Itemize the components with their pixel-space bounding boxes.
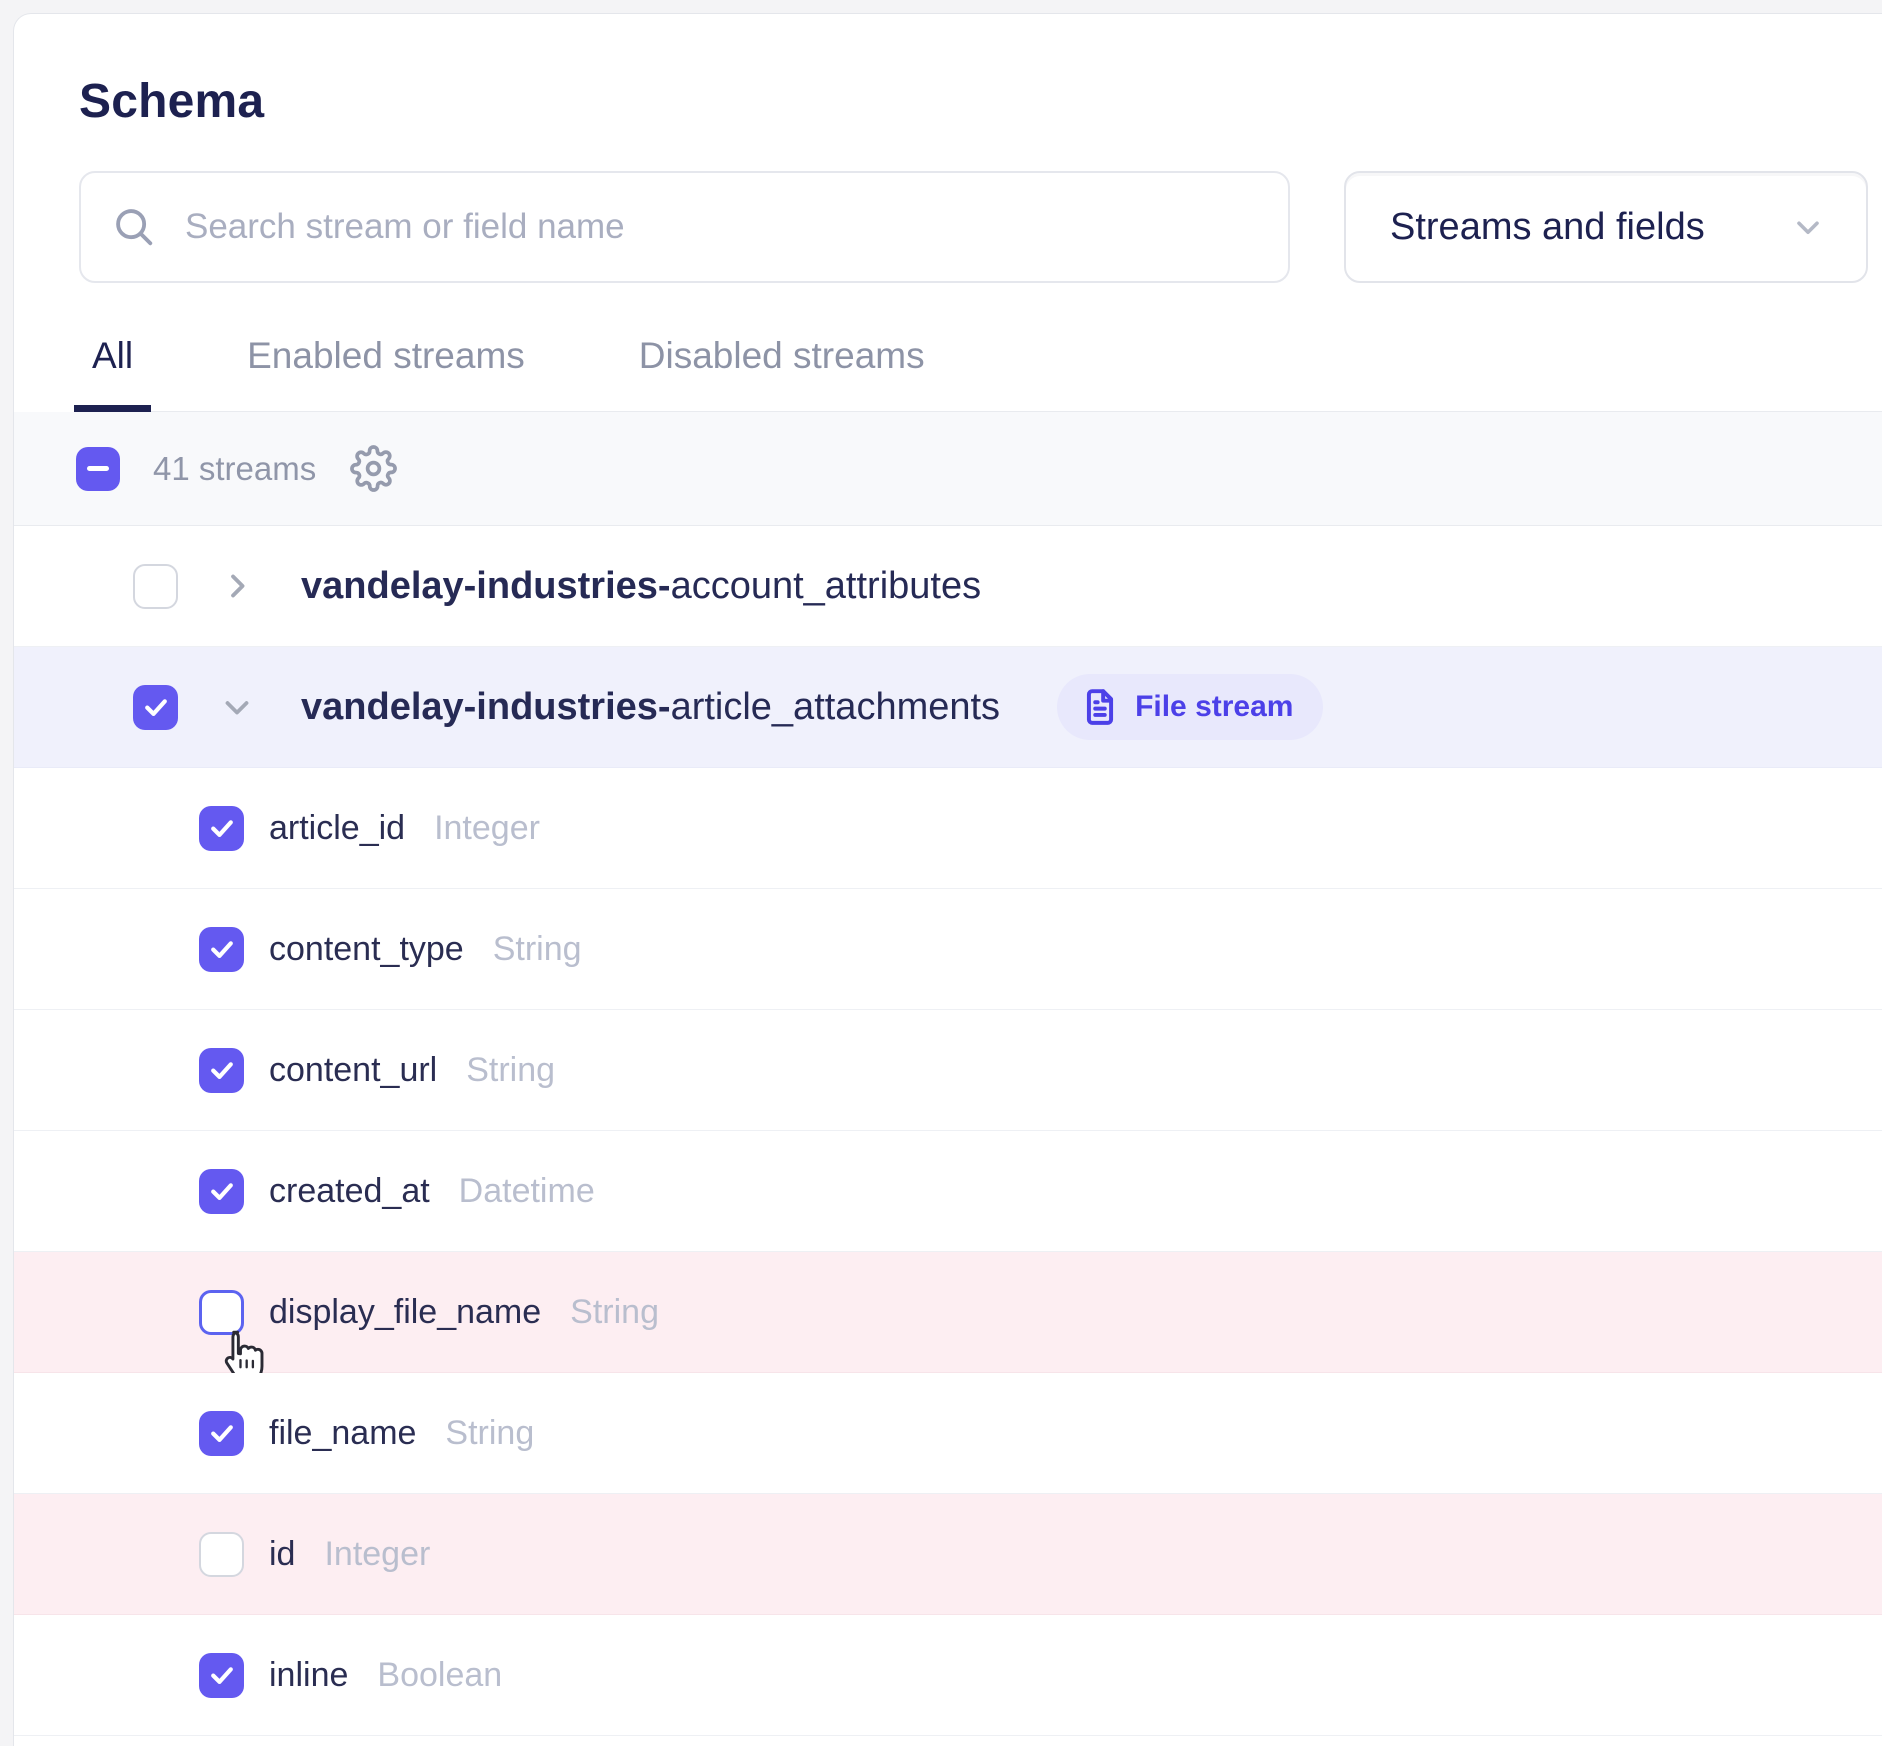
view-mode-dropdown-value: Streams and fields xyxy=(1390,206,1705,249)
stream-name-suffix: article_attachments xyxy=(671,686,1001,728)
checkmark-icon xyxy=(207,813,237,843)
expand-button[interactable] xyxy=(218,567,256,605)
search-icon xyxy=(111,204,157,250)
field-checkbox[interactable] xyxy=(199,1290,244,1335)
field-type: String xyxy=(493,930,582,969)
stream-name: vandelay-industries-account_attributes xyxy=(301,565,981,608)
field-name: content_type xyxy=(269,930,464,969)
checkmark-icon xyxy=(207,1055,237,1085)
field-checkbox[interactable] xyxy=(199,806,244,851)
file-icon xyxy=(1081,688,1119,726)
field-type: String xyxy=(445,1414,534,1453)
stream-name-suffix: account_attributes xyxy=(671,565,982,607)
field-row-inline[interactable]: inline Boolean xyxy=(14,1615,1882,1736)
settings-button[interactable] xyxy=(350,445,397,492)
tab-disabled-streams[interactable]: Disabled streams xyxy=(621,335,943,411)
field-name: inline xyxy=(269,1656,348,1695)
file-stream-badge-label: File stream xyxy=(1135,690,1293,724)
tab-enabled-streams[interactable]: Enabled streams xyxy=(229,335,543,411)
field-name: article_id xyxy=(269,809,405,848)
checkmark-icon xyxy=(141,692,171,722)
field-type: String xyxy=(466,1051,555,1090)
field-type: Boolean xyxy=(377,1656,502,1695)
stream-row-account-attributes[interactable]: vandelay-industries-account_attributes xyxy=(14,526,1882,647)
gear-icon xyxy=(350,445,397,492)
select-all-checkbox[interactable] xyxy=(76,447,120,491)
field-row-id[interactable]: id Integer xyxy=(14,1494,1882,1615)
stream-name-prefix: vandelay-industries- xyxy=(301,686,671,728)
field-checkbox[interactable] xyxy=(199,1169,244,1214)
field-name: content_url xyxy=(269,1051,437,1090)
schema-panel: Schema Streams and fields All Enabled st… xyxy=(13,13,1882,1746)
field-row-content-type[interactable]: content_type String xyxy=(14,889,1882,1010)
field-checkbox[interactable] xyxy=(199,927,244,972)
collapse-button[interactable] xyxy=(218,688,256,726)
field-type: Datetime xyxy=(459,1172,595,1211)
file-stream-badge: File stream xyxy=(1057,674,1323,740)
field-row-created-at[interactable]: created_at Datetime xyxy=(14,1131,1882,1252)
search-box[interactable] xyxy=(79,171,1290,283)
field-name: display_file_name xyxy=(269,1293,541,1332)
indeterminate-mark-icon xyxy=(87,466,109,471)
controls-row: Streams and fields xyxy=(79,171,1868,283)
checkmark-icon xyxy=(207,1418,237,1448)
chevron-down-icon xyxy=(218,688,256,726)
search-input[interactable] xyxy=(185,207,1258,247)
stream-name-prefix: vandelay-industries- xyxy=(301,565,671,607)
panel-header: Schema Streams and fields xyxy=(14,14,1882,283)
field-row-content-url[interactable]: content_url String xyxy=(14,1010,1882,1131)
chevron-down-icon xyxy=(1790,209,1826,245)
checkmark-icon xyxy=(207,1660,237,1690)
stream-checkbox[interactable] xyxy=(133,685,178,730)
stream-filter-tabs: All Enabled streams Disabled streams xyxy=(74,335,1882,412)
view-mode-dropdown[interactable]: Streams and fields xyxy=(1344,171,1868,283)
field-type: String xyxy=(570,1293,659,1332)
stream-list: vandelay-industries-account_attributes v… xyxy=(14,526,1882,1736)
field-row-article-id[interactable]: article_id Integer xyxy=(14,768,1882,889)
streams-count: 41 streams xyxy=(153,450,316,488)
field-checkbox[interactable] xyxy=(199,1532,244,1577)
field-checkbox[interactable] xyxy=(199,1411,244,1456)
stream-row-article-attachments[interactable]: vandelay-industries-article_attachments … xyxy=(14,647,1882,768)
tab-all[interactable]: All xyxy=(74,335,151,411)
field-name: file_name xyxy=(269,1414,416,1453)
field-name: id xyxy=(269,1535,295,1574)
field-type: Integer xyxy=(434,809,540,848)
field-name: created_at xyxy=(269,1172,430,1211)
stream-name: vandelay-industries-article_attachments xyxy=(301,686,1000,729)
checkmark-icon xyxy=(207,934,237,964)
field-type: Integer xyxy=(324,1535,430,1574)
streams-toolbar: 41 streams xyxy=(14,412,1882,526)
stream-checkbox[interactable] xyxy=(133,564,178,609)
field-row-file-name[interactable]: file_name String xyxy=(14,1373,1882,1494)
field-row-display-file-name[interactable]: display_file_name String xyxy=(14,1252,1882,1373)
field-checkbox[interactable] xyxy=(199,1653,244,1698)
chevron-right-icon xyxy=(218,567,256,605)
page-title: Schema xyxy=(79,74,1868,129)
checkmark-icon xyxy=(207,1176,237,1206)
field-checkbox[interactable] xyxy=(199,1048,244,1093)
